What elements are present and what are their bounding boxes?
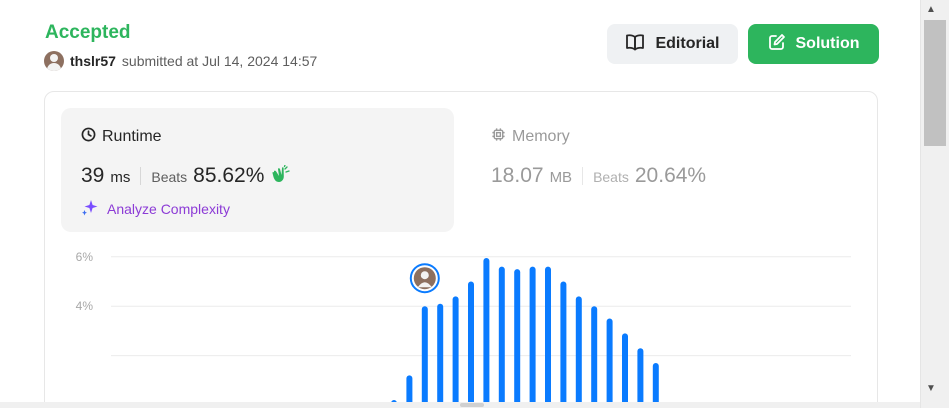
runtime-panel[interactable]: Runtime 39 ms Beats 85.62% Analyze Compl… [61,108,454,232]
runtime-value: 39 [81,164,105,187]
solution-label: Solution [795,35,860,52]
submission-panel: Accepted thslr57 submitted at Jul 14, 20… [0,0,921,408]
runtime-unit: ms [110,169,131,186]
chart-bar[interactable] [560,281,567,408]
submission-meta: thslr57 submitted at Jul 14, 2024 14:57 [44,51,317,71]
memory-beats-label: Beats [593,169,629,185]
chart-bar[interactable] [575,296,582,408]
scroll-thumb[interactable] [924,20,946,146]
chip-icon [491,127,506,147]
username-link[interactable]: thslr57 [70,53,116,69]
chart-bar[interactable] [591,306,598,408]
submission-status: Accepted [45,22,131,43]
vertical-scrollbar[interactable]: ▲ ▼ [921,0,949,408]
chart-bar[interactable] [637,348,644,408]
chart-bar[interactable] [483,258,490,408]
performance-card: Runtime 39 ms Beats 85.62% Analyze Compl… [44,91,878,408]
memory-header[interactable]: Memory [491,127,570,147]
memory-value: 18.07 [491,164,544,187]
chart-bar[interactable] [606,318,613,408]
runtime-metric: 39 ms Beats 85.62% [81,163,291,188]
divider [582,167,584,185]
pencil-square-icon [768,33,786,56]
runtime-beats-value: 85.62% [193,164,265,187]
scroll-down-arrow[interactable]: ▼ [926,384,936,394]
chart-bar[interactable] [452,296,459,408]
user-avatar[interactable] [44,51,64,71]
chart-bar[interactable] [421,306,428,408]
runtime-distribution-chart[interactable]: 8%6%4% [45,242,877,408]
chart-bar[interactable] [468,281,474,408]
clapping-hands-icon [270,163,291,188]
clock-icon [81,127,96,147]
chart-bar[interactable] [514,269,521,408]
chart-bar[interactable] [498,266,505,408]
analyze-complexity-label: Analyze Complexity [107,200,230,217]
memory-unit: MB [549,169,573,186]
solution-button[interactable]: Solution [748,24,879,64]
analyze-complexity-link[interactable]: Analyze Complexity [81,198,230,219]
editorial-label: Editorial [655,35,720,52]
memory-label: Memory [512,128,570,145]
book-open-icon [625,33,645,56]
user-position-avatar[interactable] [409,263,440,294]
chart-bar[interactable] [622,333,628,408]
chart-bar[interactable] [529,266,536,408]
sparkle-icon [81,198,99,219]
memory-beats-value: 20.64% [634,164,707,187]
runtime-header: Runtime [81,127,162,147]
horizontal-scroll-thumb[interactable] [460,403,484,407]
chart-bar[interactable] [437,303,444,408]
scroll-up-arrow[interactable]: ▲ [926,5,936,15]
divider [140,167,142,185]
runtime-label: Runtime [102,128,162,145]
y-tick-label: 4% [76,299,94,313]
horizontal-scrollbar[interactable] [0,402,920,408]
chart-bar[interactable] [545,266,551,408]
memory-metric[interactable]: 18.07 MB Beats 20.64% [491,164,706,188]
submitted-time: submitted at Jul 14, 2024 14:57 [121,53,318,69]
editorial-button[interactable]: Editorial [607,24,738,64]
y-tick-label: 6% [76,250,94,264]
runtime-beats-label: Beats [151,169,188,185]
